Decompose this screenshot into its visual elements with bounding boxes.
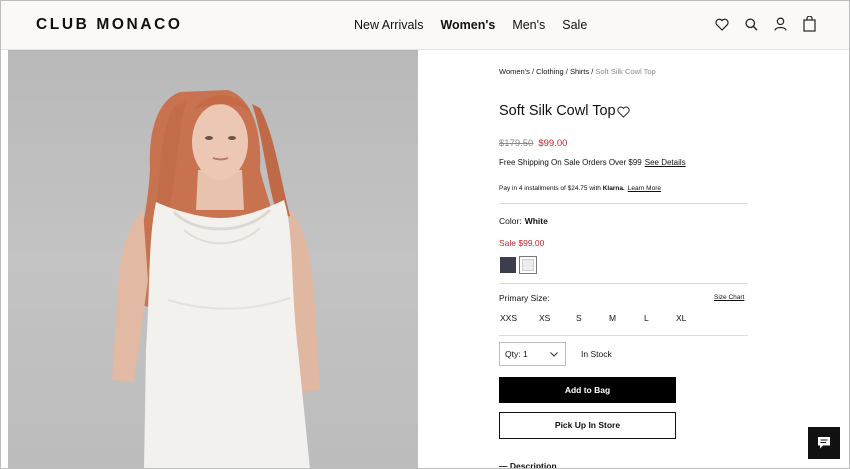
size-xxs[interactable]: XXS — [500, 313, 517, 323]
color-label-text: Color: — [499, 216, 522, 226]
nav-new-arrivals[interactable]: New Arrivals — [354, 18, 423, 32]
see-details-link[interactable]: See Details — [645, 158, 686, 167]
breadcrumb-womens[interactable]: Women's — [499, 67, 530, 76]
klarna-logo: Klarna. — [602, 185, 625, 192]
nav-sale[interactable]: Sale — [562, 18, 587, 32]
breadcrumb-clothing[interactable]: Clothing — [536, 67, 564, 76]
description-marker: — — [499, 461, 508, 469]
account-icon[interactable] — [774, 17, 787, 31]
chevron-down-icon — [550, 352, 558, 357]
product-image[interactable] — [8, 50, 418, 469]
sale-price: $99.00 — [538, 138, 568, 149]
learn-more-link[interactable]: Learn More — [628, 185, 661, 192]
bag-icon[interactable] — [803, 16, 816, 32]
swatch-white[interactable] — [519, 256, 537, 274]
product-title: Soft Silk Cowl Top — [499, 103, 616, 119]
swatch-navy[interactable] — [500, 257, 516, 273]
shipping-text: Free Shipping On Sale Orders Over $99 — [499, 158, 642, 167]
quantity-value: Qty: 1 — [505, 349, 528, 359]
description-label: Description — [509, 461, 557, 469]
divider — [499, 283, 748, 284]
chat-icon — [818, 437, 830, 449]
heart-icon[interactable] — [715, 18, 729, 31]
search-icon[interactable] — [745, 17, 758, 31]
chat-button[interactable] — [808, 427, 840, 459]
divider — [499, 335, 748, 336]
sale-price-label: Sale $99.00 — [499, 238, 545, 248]
size-xl[interactable]: XL — [676, 313, 686, 323]
main-nav: New Arrivals Women's Men's Sale — [354, 18, 587, 32]
size-label: Primary Size: — [499, 293, 550, 303]
swatch-white-fill — [522, 259, 534, 271]
divider — [499, 203, 748, 204]
quantity-select[interactable]: Qty: 1 — [499, 342, 566, 366]
shipping-info: Free Shipping On Sale Orders Over $99 See… — [499, 158, 686, 167]
color-label: Color: White — [499, 216, 548, 226]
original-price: $179.50 — [499, 138, 534, 149]
price-block: $179.50 $99.00 — [499, 138, 567, 149]
stock-status: In Stock — [581, 349, 612, 359]
color-value: White — [524, 216, 548, 226]
klarna-text: Pay in 4 installments of $24.75 with — [499, 185, 601, 192]
size-l[interactable]: L — [644, 313, 649, 323]
size-xs[interactable]: XS — [539, 313, 550, 323]
size-chart-link[interactable]: Size Chart — [714, 294, 744, 301]
breadcrumb: Women's / Clothing / Shirts / Soft Silk … — [499, 67, 656, 76]
model-photo — [112, 90, 320, 469]
brand-logo[interactable]: CLUB MONACO — [36, 16, 183, 34]
wishlist-heart-icon[interactable] — [617, 106, 630, 118]
klarna-info: Pay in 4 installments of $24.75 with Kla… — [499, 185, 661, 192]
nav-mens[interactable]: Men's — [512, 18, 545, 32]
size-s[interactable]: S — [576, 313, 582, 323]
size-m[interactable]: M — [609, 313, 616, 323]
add-to-bag-button[interactable]: Add to Bag — [499, 377, 676, 403]
site-header: CLUB MONACO New Arrivals Women's Men's S… — [0, 0, 850, 50]
description-toggle[interactable]: — Description — [499, 461, 557, 469]
breadcrumb-current: Soft Silk Cowl Top — [595, 67, 656, 76]
header-icons — [715, 16, 816, 32]
breadcrumb-shirts[interactable]: Shirts — [570, 67, 589, 76]
nav-womens[interactable]: Women's — [440, 18, 495, 32]
pick-up-in-store-button[interactable]: Pick Up In Store — [499, 412, 676, 439]
